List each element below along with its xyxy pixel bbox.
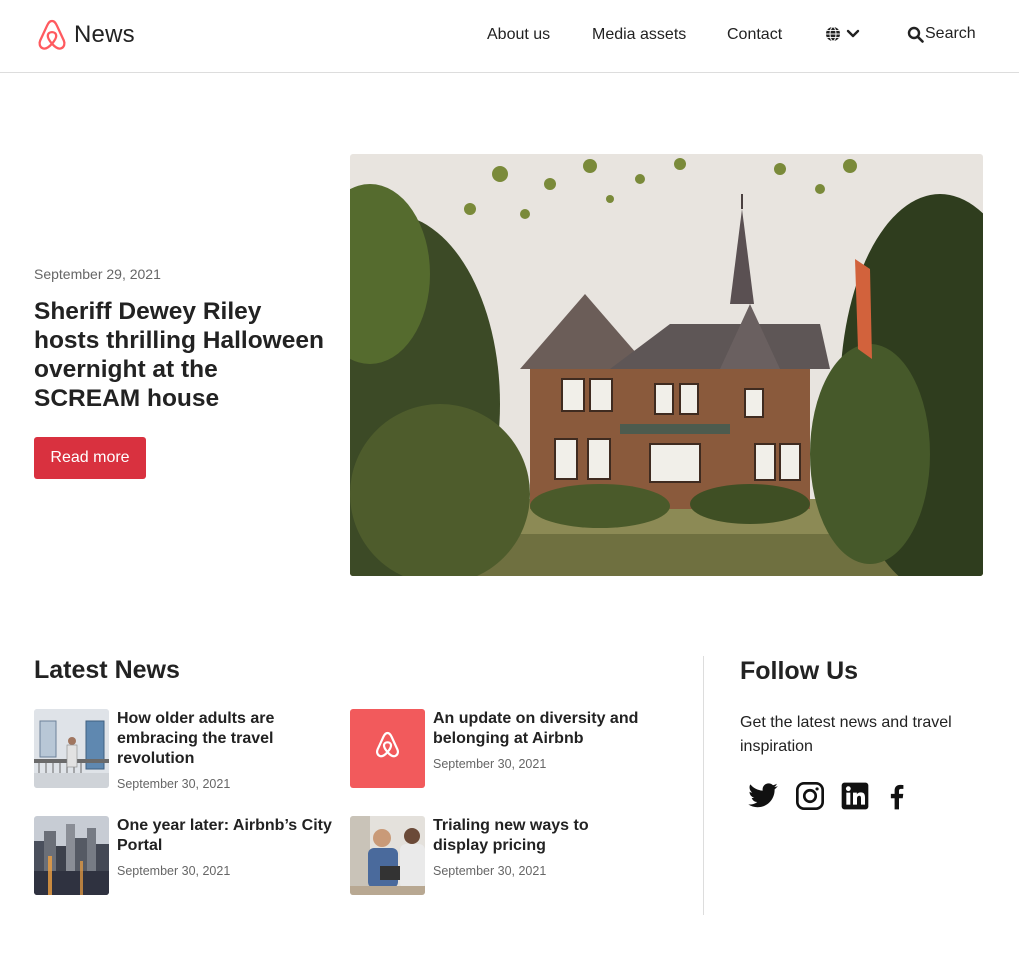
news-title[interactable]: An update on diversity and belonging at …	[433, 709, 648, 749]
news-thumbnail[interactable]	[350, 709, 425, 788]
twitter-link[interactable]	[747, 780, 779, 812]
read-more-button[interactable]: Read more	[34, 437, 146, 479]
brand-logo-link[interactable]: News	[36, 18, 135, 52]
section-divider	[703, 656, 704, 915]
instagram-link[interactable]	[794, 780, 826, 812]
city-skyline-photo	[34, 816, 109, 895]
balcony-photo	[34, 709, 109, 788]
news-item[interactable]: One year later: Airbnb’s City Portal Sep…	[34, 816, 334, 896]
news-item[interactable]: An update on diversity and belonging at …	[350, 709, 650, 789]
search-button[interactable]: Search	[907, 23, 976, 45]
news-item[interactable]: Trialing new ways to display pricing Sep…	[350, 816, 650, 896]
airbnb-logo	[350, 709, 425, 788]
people-meeting-photo	[350, 816, 425, 895]
globe-icon	[826, 26, 840, 42]
chevron-down-icon	[846, 29, 860, 38]
linkedin-icon	[841, 782, 869, 810]
news-date: September 30, 2021	[433, 864, 547, 878]
news-title[interactable]: Trialing new ways to display pricing	[433, 816, 648, 856]
latest-news-heading: Latest News	[34, 656, 180, 684]
house-photo	[350, 154, 983, 576]
site-header: News About us Media assets Contact Searc…	[0, 0, 1019, 73]
search-icon	[907, 26, 924, 43]
follow-description: Get the latest news and travel inspirati…	[740, 714, 952, 755]
facebook-link[interactable]	[881, 780, 913, 812]
news-date: September 30, 2021	[117, 777, 231, 791]
news-title[interactable]: One year later: Airbnb’s City Portal	[117, 816, 332, 856]
hero-image[interactable]	[350, 154, 983, 576]
news-date: September 30, 2021	[433, 757, 547, 771]
news-thumbnail[interactable]	[350, 816, 425, 895]
search-label: Search	[925, 25, 976, 42]
airbnb-logo-icon	[38, 19, 66, 50]
brand-name: News	[74, 21, 135, 48]
nav-media-assets[interactable]: Media assets	[592, 24, 686, 46]
news-item[interactable]: How older adults are embracing the trave…	[34, 709, 334, 791]
news-date: September 30, 2021	[117, 864, 231, 878]
twitter-icon	[748, 783, 778, 808]
nav-contact[interactable]: Contact	[727, 24, 782, 46]
nav-about-us[interactable]: About us	[487, 24, 550, 46]
news-thumbnail[interactable]	[34, 816, 109, 895]
linkedin-link[interactable]	[839, 780, 871, 812]
news-thumbnail[interactable]	[34, 709, 109, 788]
hero-date: September 29, 2021	[34, 266, 161, 282]
language-selector[interactable]	[825, 26, 860, 42]
hero-title[interactable]: Sheriff Dewey Riley hosts thrilling Hall…	[34, 297, 324, 413]
news-title[interactable]: How older adults are embracing the trave…	[117, 709, 332, 769]
instagram-icon	[796, 782, 824, 810]
facebook-icon	[890, 784, 904, 810]
follow-us-heading: Follow Us	[740, 657, 859, 685]
